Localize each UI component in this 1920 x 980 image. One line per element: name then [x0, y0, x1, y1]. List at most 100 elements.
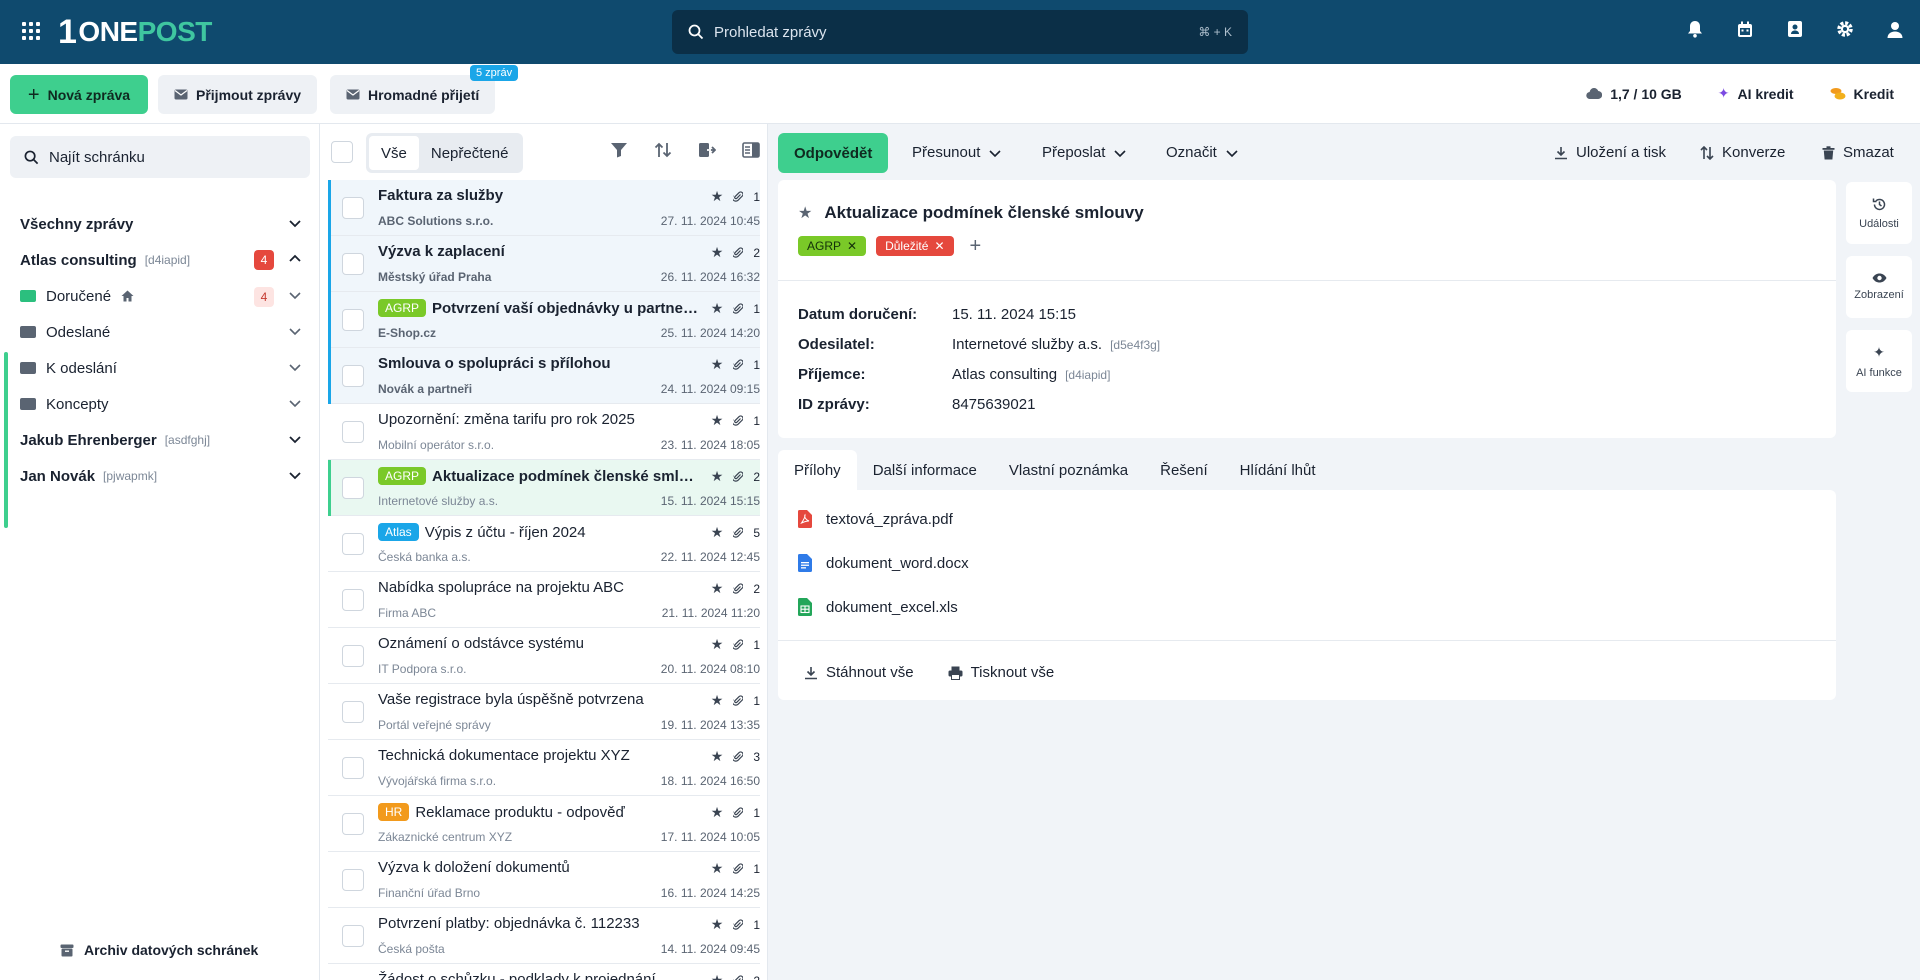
row-checkbox[interactable]: [342, 533, 364, 555]
star-icon[interactable]: ★: [711, 692, 724, 709]
filter-unread-tab[interactable]: Nepřečtené: [419, 136, 521, 170]
tab-attachments[interactable]: Přílohy: [778, 450, 857, 490]
message-row[interactable]: Smlouva o spolupráci s přílohou ★ 1 Novák a…: [328, 348, 760, 404]
convert-button[interactable]: Konverze: [1700, 144, 1785, 161]
filter-icon[interactable]: [610, 142, 628, 158]
tag-important[interactable]: Důležité ✕: [876, 236, 954, 256]
chevron-up-icon[interactable]: [288, 252, 302, 266]
message-row[interactable]: Technická dokumentace projektu XYZ ★ 3 Vývo…: [328, 740, 760, 796]
row-checkbox[interactable]: [342, 701, 364, 723]
folder-inbox[interactable]: Doručené 4: [0, 278, 320, 314]
star-icon[interactable]: ★: [711, 244, 724, 261]
message-row[interactable]: Výzva k doložení dokumentů ★ 1 Finanční úřa…: [328, 852, 760, 908]
tab-resolution[interactable]: Řešení: [1144, 450, 1224, 490]
events-button[interactable]: Události: [1846, 182, 1912, 244]
filter-all-tab[interactable]: Vše: [369, 136, 419, 170]
add-tag-icon[interactable]: +: [970, 236, 982, 256]
message-row[interactable]: Atlas Výpis z účtu - říjen 2024 ★ 5 Česká ba…: [328, 516, 760, 572]
row-checkbox[interactable]: [342, 253, 364, 275]
star-icon[interactable]: ★: [711, 860, 724, 877]
star-icon[interactable]: ★: [711, 412, 724, 429]
view-button[interactable]: Zobrazení: [1846, 256, 1912, 318]
sort-icon[interactable]: [654, 142, 672, 158]
calendar-icon[interactable]: [1734, 18, 1756, 40]
account-jakub-ehrenberger[interactable]: Jakub Ehrenberger [asdfghj]: [0, 422, 320, 458]
attachment-pdf[interactable]: textová_zpráva.pdf: [798, 510, 953, 528]
storage-indicator[interactable]: 1,7 / 10 GB: [1586, 85, 1682, 102]
row-checkbox[interactable]: [342, 421, 364, 443]
row-checkbox[interactable]: [342, 589, 364, 611]
star-icon[interactable]: ★: [711, 356, 724, 373]
contacts-icon[interactable]: [1784, 18, 1806, 40]
star-icon[interactable]: ★: [711, 804, 724, 821]
star-icon[interactable]: ★: [711, 636, 724, 653]
apps-grid-icon[interactable]: [22, 22, 40, 40]
row-checkbox[interactable]: [342, 197, 364, 219]
star-icon[interactable]: ★: [711, 748, 724, 765]
row-checkbox[interactable]: [342, 925, 364, 947]
remove-tag-icon[interactable]: ✕: [934, 239, 944, 253]
star-icon[interactable]: ★: [711, 188, 724, 205]
chevron-down-icon[interactable]: [288, 288, 302, 302]
attachment-docx[interactable]: dokument_word.docx: [798, 554, 969, 572]
archive-link[interactable]: Archiv datových schránek: [60, 942, 258, 958]
message-row[interactable]: Potvrzení platby: objednávka č. 112233 ★ 1…: [328, 908, 760, 964]
message-row[interactable]: Upozornění: změna tarifu pro rok 2025 ★ 1 M…: [328, 404, 760, 460]
mark-dropdown[interactable]: Označit: [1166, 144, 1239, 161]
folder-outbox[interactable]: K odeslání: [0, 350, 320, 386]
bulk-receive-button[interactable]: Hromadné přijetí: [330, 75, 496, 114]
message-row[interactable]: Žádost o schůzku - podklady k projednání…: [328, 964, 760, 980]
gear-icon[interactable]: [1834, 18, 1856, 40]
forward-dropdown[interactable]: Přeposlat: [1042, 144, 1127, 161]
folder-drafts[interactable]: Koncepty: [0, 386, 320, 422]
message-row[interactable]: Výzva k zaplacení ★ 2 Městský úřad Praha 26.…: [328, 236, 760, 292]
tag-agrp[interactable]: AGRP ✕: [798, 236, 867, 256]
attachment-xls[interactable]: dokument_excel.xls: [798, 598, 958, 616]
save-print-button[interactable]: Uložení a tisk: [1554, 144, 1666, 161]
chevron-down-icon[interactable]: [288, 360, 302, 374]
chevron-down-icon[interactable]: [288, 396, 302, 410]
search-input[interactable]: Prohledat zprávy ⌘ + K: [672, 10, 1248, 54]
row-checkbox[interactable]: [342, 869, 364, 891]
chevron-down-icon[interactable]: [288, 216, 302, 230]
export-icon[interactable]: [698, 142, 716, 158]
tab-deadlines[interactable]: Hlídání lhůt: [1224, 450, 1332, 490]
receive-messages-button[interactable]: Přijmout zprávy: [158, 75, 318, 114]
message-row[interactable]: AGRP Aktualizace podmínek členské smlo...…: [328, 460, 760, 516]
row-checkbox[interactable]: [342, 645, 364, 667]
tab-own-note[interactable]: Vlastní poznámka: [993, 450, 1144, 490]
star-icon[interactable]: ★: [798, 203, 812, 223]
message-row[interactable]: AGRP Potvrzení vaší objednávky u partner.…: [328, 292, 760, 348]
star-icon[interactable]: ★: [711, 300, 724, 317]
tab-more-info[interactable]: Další informace: [857, 450, 993, 490]
layout-toggle-icon[interactable]: [742, 142, 760, 158]
star-icon[interactable]: ★: [711, 580, 724, 597]
message-row[interactable]: Faktura za služby ★ 1 ABC Solutions s.r.o. 2…: [328, 180, 760, 236]
star-icon[interactable]: ★: [711, 972, 724, 980]
print-all-button[interactable]: Tisknout vše: [948, 664, 1054, 681]
new-message-button[interactable]: + Nová zpráva: [10, 75, 148, 114]
logo[interactable]: 1 ONE POST: [58, 13, 212, 51]
ai-credit-button[interactable]: ✦ AI kredit: [1718, 85, 1794, 102]
remove-tag-icon[interactable]: ✕: [847, 239, 857, 253]
chevron-down-icon[interactable]: [288, 468, 302, 482]
row-checkbox[interactable]: [342, 365, 364, 387]
row-checkbox[interactable]: [342, 309, 364, 331]
account-jan-novak[interactable]: Jan Novák [pjwapmk]: [0, 458, 320, 494]
message-row[interactable]: HR Reklamace produktu - odpověď ★ 1 Zákaznic…: [328, 796, 760, 852]
mailbox-search-input[interactable]: Najít schránku: [10, 136, 310, 178]
message-row[interactable]: Oznámení o odstávce systému ★ 1 IT Podpora …: [328, 628, 760, 684]
reply-button[interactable]: Odpovědět: [778, 133, 889, 173]
message-row[interactable]: Vaše registrace byla úspěšně potvrzena ★ 1…: [328, 684, 760, 740]
chevron-down-icon[interactable]: [288, 324, 302, 338]
all-messages-item[interactable]: Všechny zprávy: [0, 206, 320, 242]
select-all-checkbox[interactable]: [331, 141, 353, 163]
download-all-button[interactable]: Stáhnout vše: [804, 664, 914, 681]
account-atlas-consulting[interactable]: Atlas consulting [d4iapid] 4: [0, 242, 320, 278]
user-icon[interactable]: [1884, 18, 1906, 40]
star-icon[interactable]: ★: [711, 468, 724, 485]
star-icon[interactable]: ★: [711, 524, 724, 541]
folder-sent[interactable]: Odeslané: [0, 314, 320, 350]
credit-button[interactable]: Kredit: [1830, 85, 1894, 102]
row-checkbox[interactable]: [342, 757, 364, 779]
